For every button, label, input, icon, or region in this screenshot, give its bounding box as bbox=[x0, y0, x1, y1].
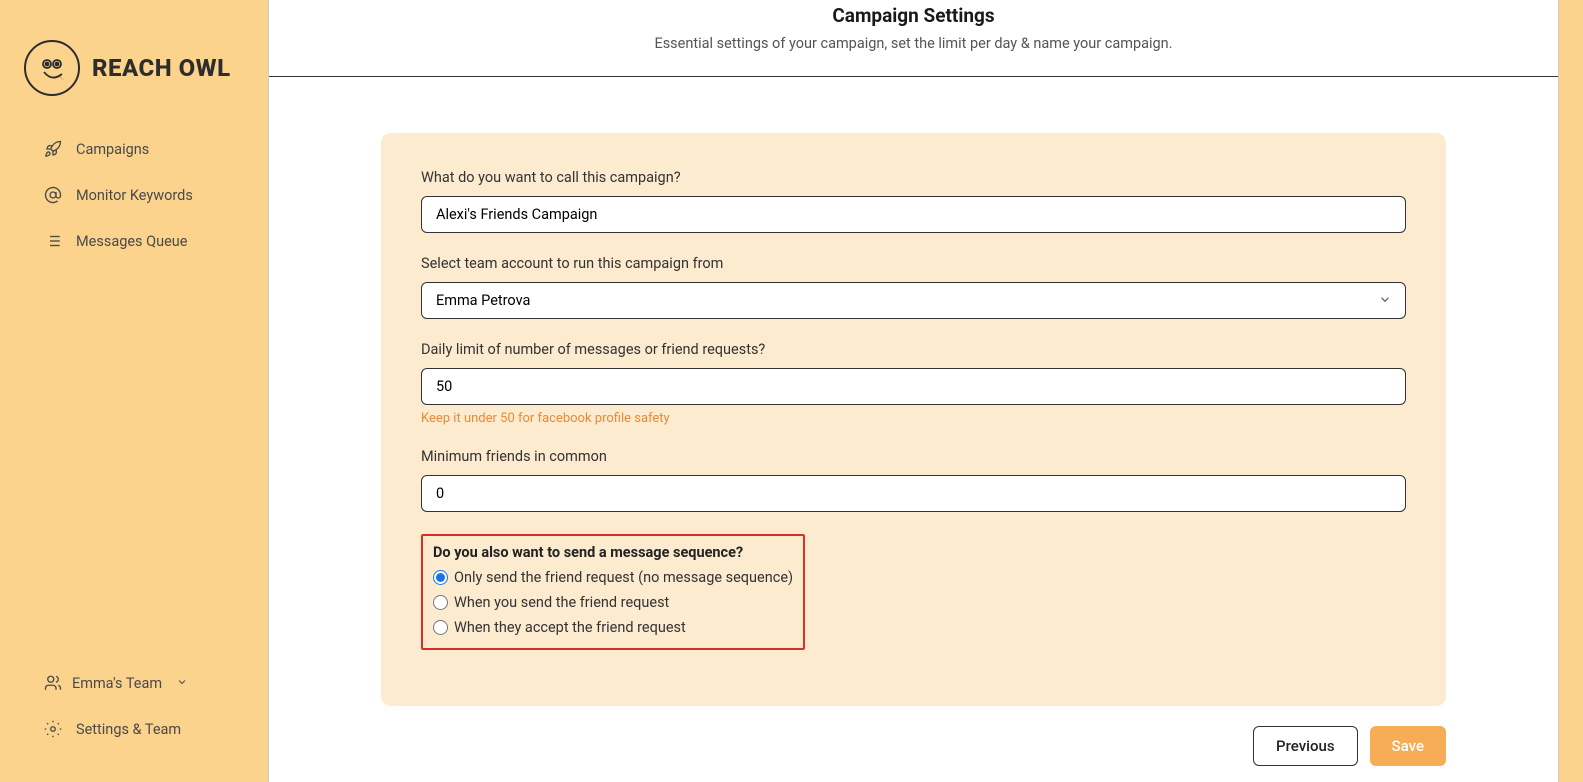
campaign-name-input[interactable] bbox=[421, 196, 1406, 233]
radio-label: Only send the friend request (no message… bbox=[454, 569, 793, 586]
gear-icon bbox=[44, 720, 62, 738]
sidebar-item-label: Monitor Keywords bbox=[76, 187, 193, 204]
radio-option-only-request[interactable]: Only send the friend request (no message… bbox=[433, 569, 793, 586]
radio-input-when-accept[interactable] bbox=[433, 620, 448, 635]
settings-form-card: What do you want to call this campaign? … bbox=[381, 133, 1446, 706]
radio-option-when-accept[interactable]: When they accept the friend request bbox=[433, 619, 793, 636]
daily-limit-input[interactable] bbox=[421, 368, 1406, 405]
radio-input-when-send[interactable] bbox=[433, 595, 448, 610]
save-button[interactable]: Save bbox=[1370, 726, 1446, 766]
page-header: Campaign Settings Essential settings of … bbox=[269, 0, 1558, 77]
list-icon bbox=[44, 232, 62, 250]
sidebar-item-campaigns[interactable]: Campaigns bbox=[0, 126, 268, 172]
brand-name: REACH OWL bbox=[92, 54, 231, 82]
campaign-name-label: What do you want to call this campaign? bbox=[421, 169, 1406, 186]
sidebar: REACH OWL Campaigns Monitor bbox=[0, 0, 268, 782]
sidebar-item-label: Settings & Team bbox=[76, 721, 181, 738]
page-subtitle: Essential settings of your campaign, set… bbox=[289, 35, 1538, 52]
message-sequence-group: Do you also want to send a message seque… bbox=[421, 534, 805, 650]
message-sequence-question: Do you also want to send a message seque… bbox=[433, 544, 793, 561]
daily-limit-label: Daily limit of number of messages or fri… bbox=[421, 341, 1406, 358]
sidebar-item-label: Messages Queue bbox=[76, 233, 187, 250]
rocket-icon bbox=[44, 140, 62, 158]
sidebar-item-messages-queue[interactable]: Messages Queue bbox=[0, 218, 268, 264]
team-label: Emma's Team bbox=[72, 675, 162, 692]
radio-label: When they accept the friend request bbox=[454, 619, 686, 636]
owl-icon bbox=[24, 40, 80, 96]
radio-option-when-send[interactable]: When you send the friend request bbox=[433, 594, 793, 611]
team-selector[interactable]: Emma's Team bbox=[0, 660, 268, 706]
form-actions: Previous Save bbox=[381, 726, 1446, 766]
previous-button[interactable]: Previous bbox=[1253, 726, 1358, 766]
team-account-select[interactable] bbox=[421, 282, 1406, 319]
radio-input-only-request[interactable] bbox=[433, 570, 448, 585]
sidebar-item-monitor-keywords[interactable]: Monitor Keywords bbox=[0, 172, 268, 218]
sidebar-item-settings[interactable]: Settings & Team bbox=[0, 706, 268, 752]
radio-label: When you send the friend request bbox=[454, 594, 669, 611]
min-friends-label: Minimum friends in common bbox=[421, 448, 1406, 465]
daily-limit-helper: Keep it under 50 for facebook profile sa… bbox=[421, 411, 1406, 426]
brand-logo: REACH OWL bbox=[0, 20, 268, 126]
main-content: Campaign Settings Essential settings of … bbox=[268, 0, 1583, 782]
chevron-down-icon bbox=[176, 675, 188, 692]
sidebar-item-label: Campaigns bbox=[76, 141, 149, 158]
team-account-label: Select team account to run this campaign… bbox=[421, 255, 1406, 272]
min-friends-input[interactable] bbox=[421, 475, 1406, 512]
page-title: Campaign Settings bbox=[289, 4, 1538, 27]
at-icon bbox=[44, 186, 62, 204]
users-icon bbox=[44, 674, 62, 692]
